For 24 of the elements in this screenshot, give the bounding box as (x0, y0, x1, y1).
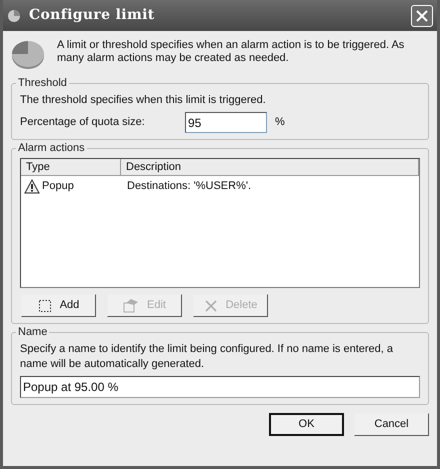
app-icon (7, 8, 21, 22)
close-icon (416, 10, 428, 22)
column-header[interactable]: Type (21, 159, 121, 175)
name-description: Specify a name to identify the limit being configured. If no name is entered, a name will be automatically generated. (20, 342, 394, 372)
alarm-row[interactable]: Popup Destinations: '%USER%'. (21, 176, 419, 196)
list-action-button[interactable]: Add (21, 294, 96, 317)
column-header[interactable]: Description (121, 159, 419, 175)
description-cell-text: Destinations: '%USER%'. (126, 178, 252, 194)
pie-chart-icon (11, 39, 45, 71)
name-field[interactable]: Popup at 95.00 % (20, 376, 420, 398)
warning-icon (24, 178, 40, 194)
window-title: Configure limit (29, 6, 155, 25)
threshold-description: The threshold specifies when this limit is triggered. (20, 93, 267, 108)
close-button[interactable] (411, 4, 433, 26)
edit-icon (123, 298, 140, 312)
intro-text: A limit or threshold specifies when an alarm action is to be triggered. As many alarm actions may be created as needed. (57, 38, 406, 65)
delete-icon (204, 298, 218, 312)
percentage-field[interactable]: 95 (185, 112, 267, 133)
dialog-button[interactable]: OK (269, 413, 344, 436)
percent-unit: % (275, 115, 285, 130)
type-cell-text: Popup (42, 178, 74, 194)
percentage-label: Percentage of quota size: (20, 115, 146, 130)
new-item-icon (38, 298, 52, 312)
dialog-button[interactable]: Cancel (354, 413, 429, 436)
